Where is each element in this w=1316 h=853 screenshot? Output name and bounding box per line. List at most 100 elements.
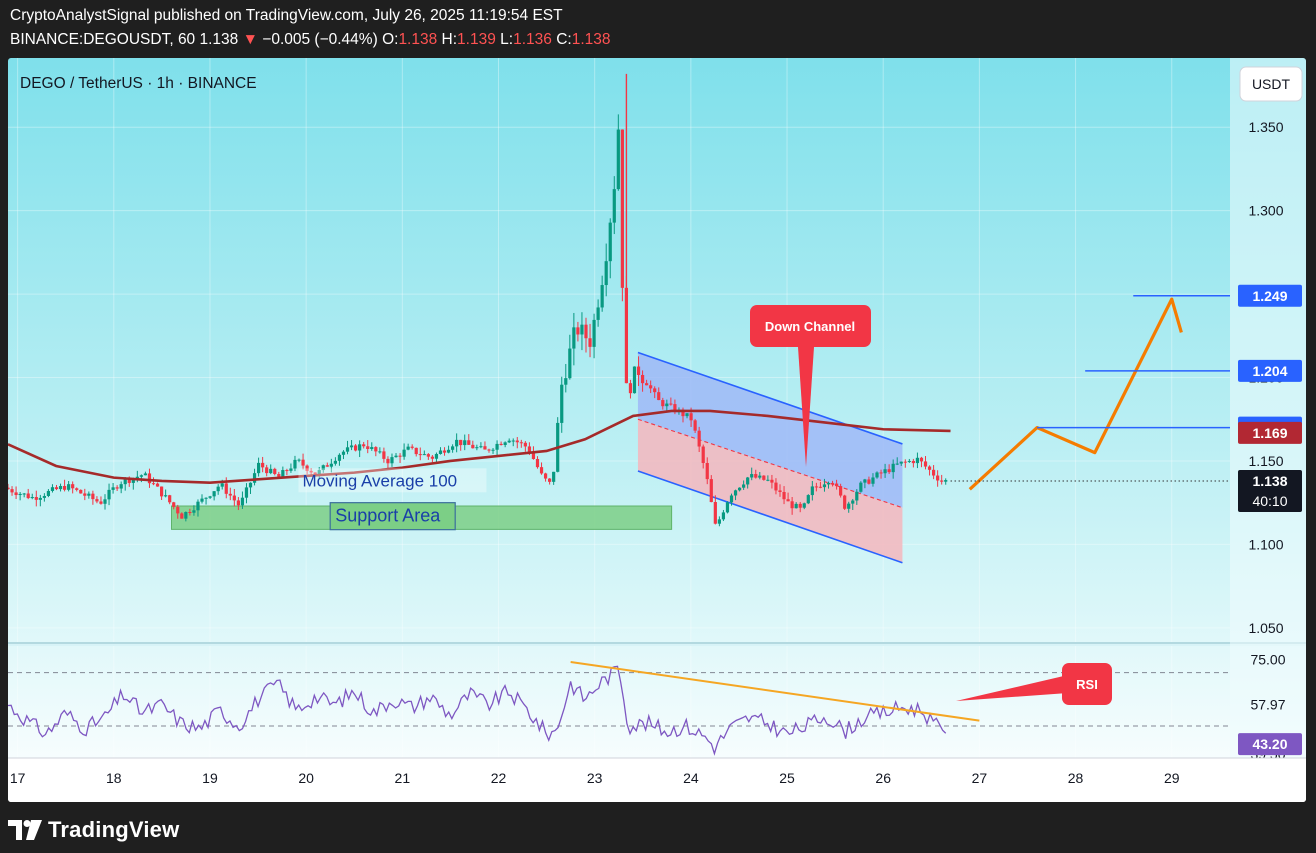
time-tick-label: 21 [395, 770, 411, 786]
candle-body [899, 461, 903, 464]
candle-body [418, 454, 422, 456]
support-area-label-text: Support Area [335, 506, 441, 526]
candle-body [204, 497, 208, 499]
tradingview-logo-icon [8, 820, 42, 840]
candle-body [754, 474, 758, 478]
countdown-text: 40:10 [1252, 493, 1287, 509]
candle-body [475, 447, 479, 449]
candle-body [459, 439, 463, 446]
candle-body [721, 512, 726, 520]
ma-badge: 1.169 [1238, 421, 1302, 444]
candle-body [67, 484, 71, 490]
candle-body [232, 495, 236, 501]
candle-body [463, 440, 467, 446]
candle-body [847, 503, 851, 509]
time-tick-label: 28 [1068, 770, 1084, 786]
candle-body [87, 493, 91, 496]
candle-body [354, 445, 358, 451]
candle-body [649, 385, 653, 389]
support-area-label: Support Area [329, 502, 456, 531]
candle-body [572, 327, 576, 349]
time-tick-label: 27 [972, 770, 988, 786]
candle-body [269, 468, 273, 474]
candle-body [329, 463, 333, 467]
candle-body [661, 400, 665, 407]
open-value: 1.138 [398, 31, 438, 48]
candle-body [155, 483, 160, 487]
candle-body [843, 495, 847, 509]
candle-body [386, 458, 390, 464]
candle-body [216, 486, 220, 492]
candle-body [252, 473, 257, 483]
candle-body [495, 443, 499, 450]
last-price-badge-text: 1.138 [1252, 473, 1287, 489]
candle-body [689, 413, 693, 421]
candle-body [42, 495, 46, 498]
candle-body [693, 420, 697, 431]
candle-body [940, 480, 944, 482]
candle-body [374, 447, 378, 452]
candle-body [628, 383, 633, 394]
candle-body [83, 493, 87, 496]
candle-body [830, 482, 835, 484]
candle-body [790, 501, 794, 509]
candle-body [742, 484, 746, 488]
candle-body [22, 493, 26, 495]
candle-body [103, 499, 107, 504]
candle-body [398, 455, 402, 457]
candle-body [370, 447, 374, 449]
candle-body [297, 459, 301, 461]
candle-body [774, 482, 778, 491]
candle-body [588, 338, 592, 347]
candle-body [487, 449, 491, 451]
price-tick-label: 1.300 [1248, 203, 1283, 219]
currency-button[interactable]: USDT [1239, 66, 1303, 102]
candle-body [62, 485, 67, 490]
candle-body [38, 497, 42, 500]
candle-body [58, 485, 63, 490]
candle-body [875, 472, 879, 478]
candle-body [778, 490, 782, 492]
chart-canvas[interactable]: Moving Average 100 Support Area Down Chann… [8, 58, 1306, 802]
candle-body [826, 482, 831, 485]
candle-body [224, 483, 228, 494]
candle-body [362, 444, 366, 447]
candle-body [552, 471, 556, 482]
candle-body [164, 495, 168, 497]
moving-average-label: Moving Average 100 [298, 468, 487, 493]
candle-body [750, 474, 754, 478]
candle-body [717, 519, 721, 524]
candle-body [426, 454, 430, 457]
candle-body [50, 487, 55, 491]
symbol-quote-line: BINANCE:DEGOUSDT, 60 1.138 ▼ −0.005 (−0.… [10, 31, 611, 49]
candle-body [333, 460, 337, 464]
candle-body [451, 446, 455, 450]
candle-body [915, 457, 920, 464]
candle-body [657, 392, 661, 401]
candle-body [180, 513, 184, 519]
candle-body [527, 446, 532, 453]
candle-body [491, 449, 495, 451]
candle-body [345, 447, 350, 452]
candle-body [200, 498, 204, 502]
candle-body [168, 495, 172, 503]
candle-body [30, 497, 34, 499]
candle-body [301, 459, 305, 466]
candle-body [107, 489, 111, 500]
candle-body [410, 446, 414, 448]
rsi-tick-label: 75.00 [1250, 651, 1285, 667]
candle-body [653, 388, 657, 393]
candle-body [616, 129, 620, 190]
candle-body [879, 472, 883, 474]
candle-body [277, 474, 281, 477]
tradingview-brand[interactable]: TradingView [8, 817, 179, 843]
candle-body [733, 490, 738, 496]
candle-body [14, 492, 18, 496]
candle-body [192, 510, 196, 513]
candle-body [390, 457, 394, 464]
candle-body [422, 454, 426, 456]
candle-body [438, 450, 443, 454]
candle-body [919, 457, 924, 462]
chart-card[interactable]: Moving Average 100 Support Area Down Chann… [8, 58, 1306, 802]
candle-body [366, 446, 370, 449]
